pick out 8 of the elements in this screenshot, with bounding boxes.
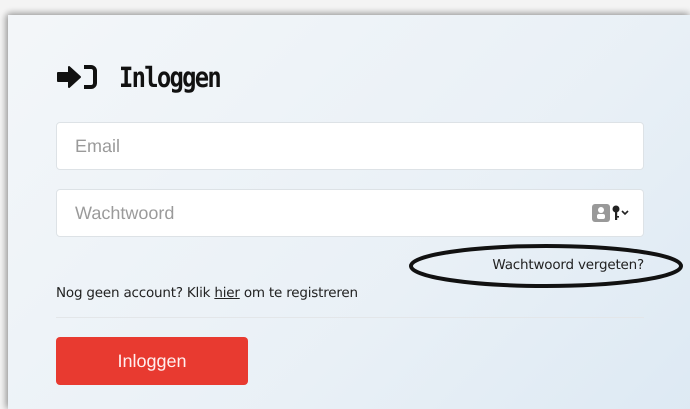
register-link[interactable]: hier bbox=[214, 285, 240, 301]
sign-in-icon bbox=[56, 64, 97, 90]
password-field[interactable]: Wachtwoord bbox=[56, 189, 644, 237]
email-field[interactable]: Email bbox=[56, 122, 644, 170]
login-button[interactable]: Inloggen bbox=[56, 337, 248, 385]
register-prompt: Nog geen account? Klik hier om te registreren bbox=[56, 285, 359, 301]
password-manager-icon[interactable] bbox=[592, 204, 630, 222]
page-title: Inloggen bbox=[119, 60, 220, 94]
